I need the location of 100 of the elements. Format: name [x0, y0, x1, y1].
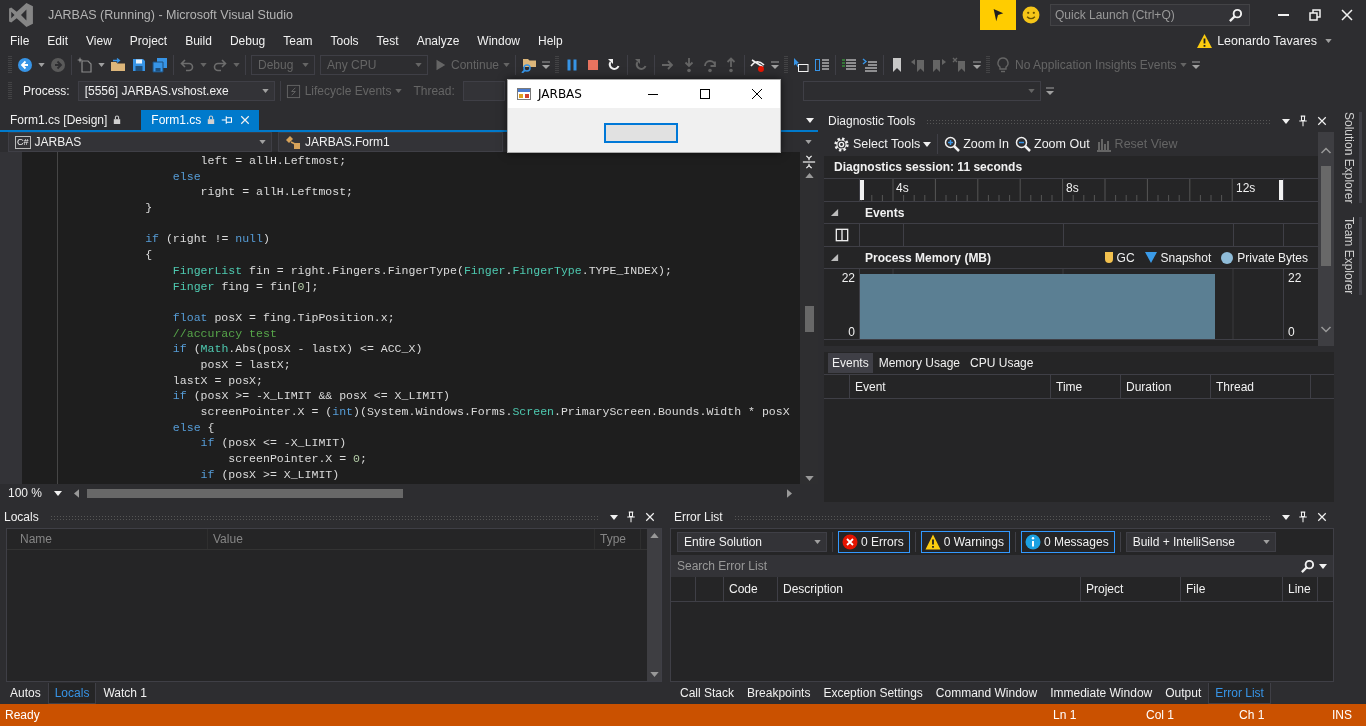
tab[interactable]: Locals	[47, 682, 97, 704]
search-icon[interactable]	[1300, 559, 1315, 574]
pin-icon[interactable]	[1297, 511, 1309, 523]
tab[interactable]: Immediate Window	[1044, 683, 1159, 703]
column-header[interactable]: Thread	[1211, 375, 1311, 398]
overflow-icon[interactable]	[973, 61, 982, 69]
range-handle[interactable]	[860, 180, 864, 200]
close-icon[interactable]	[752, 89, 762, 99]
tab[interactable]: Autos	[4, 683, 47, 703]
down-arrow-icon[interactable]	[804, 476, 814, 481]
menu-item[interactable]: Project	[120, 31, 177, 51]
account-name[interactable]: Leonardo Tavares	[1217, 34, 1317, 48]
vertical-scrollbar[interactable]	[647, 529, 661, 681]
caret-icon[interactable]	[610, 514, 618, 520]
column-header[interactable]: Line	[1283, 577, 1318, 601]
form-button[interactable]	[604, 123, 678, 143]
document-tab[interactable]: Form1.cs [Design]	[0, 110, 130, 130]
collapse-icon[interactable]	[830, 208, 839, 217]
back-icon[interactable]	[17, 57, 33, 73]
menu-item[interactable]: Analyze	[407, 31, 469, 51]
smiley-icon[interactable]	[1022, 6, 1040, 24]
menu-item[interactable]: Team	[274, 31, 322, 51]
caret-icon[interactable]	[1325, 39, 1332, 43]
save-all-icon[interactable]	[152, 57, 168, 73]
menu-item[interactable]: File	[1, 31, 39, 51]
menu-item[interactable]: Window	[468, 31, 529, 51]
chevron-down-icon[interactable]	[1320, 326, 1332, 334]
caret-icon[interactable]	[806, 117, 814, 123]
caret-icon[interactable]	[1319, 564, 1327, 569]
columns-icon[interactable]	[834, 228, 849, 242]
column-header[interactable]: File	[1181, 577, 1283, 601]
caret-icon[interactable]	[805, 140, 812, 144]
column-header[interactable]: Project	[1081, 577, 1181, 601]
vertical-scrollbar[interactable]	[1318, 132, 1334, 346]
column-header[interactable]: Time	[1051, 375, 1121, 398]
column-header[interactable]: Value	[208, 529, 595, 549]
caret-icon[interactable]	[1282, 514, 1290, 520]
tab[interactable]: CPU Usage	[966, 353, 1038, 373]
caret-icon[interactable]	[98, 63, 105, 67]
threads-icon[interactable]	[814, 57, 831, 73]
overflow-icon[interactable]	[771, 61, 780, 69]
overflow-icon[interactable]	[1045, 87, 1054, 95]
tab[interactable]: Memory Usage	[874, 353, 965, 373]
column-header[interactable]: Code	[724, 577, 778, 601]
class-dropdown[interactable]: JARBAS.Form1	[278, 132, 503, 152]
notifications-button[interactable]	[980, 0, 1016, 30]
save-icon[interactable]	[131, 57, 147, 73]
scope-dropdown[interactable]: Entire Solution	[677, 532, 827, 552]
menu-item[interactable]: Debug	[220, 31, 275, 51]
tool-button[interactable]: Select Tools	[833, 135, 932, 153]
tab[interactable]: Events	[828, 353, 873, 373]
side-tab[interactable]: Solution Explorer	[1342, 112, 1362, 204]
collapse-icon[interactable]	[830, 253, 839, 262]
splitter-icon[interactable]	[802, 155, 816, 169]
grip-handle[interactable]	[784, 55, 789, 75]
find-icon[interactable]	[521, 57, 538, 73]
redo-icon[interactable]	[212, 57, 228, 73]
minimize-icon[interactable]	[648, 93, 658, 95]
side-tab[interactable]: Team Explorer	[1342, 217, 1362, 295]
tab[interactable]: Breakpoints	[741, 683, 817, 703]
step-over-icon[interactable]	[702, 57, 719, 73]
caret-icon[interactable]	[54, 490, 63, 496]
tab[interactable]: Call Stack	[674, 683, 741, 703]
up-arrow-icon[interactable]	[804, 173, 814, 178]
cursor-window-icon[interactable]	[793, 57, 810, 73]
pin-icon[interactable]	[625, 511, 637, 523]
restore-icon[interactable]	[1309, 9, 1321, 21]
filter-button[interactable]: 0 Warnings	[920, 531, 1010, 553]
undo-icon[interactable]	[179, 57, 195, 73]
new-item-icon[interactable]	[77, 57, 93, 73]
breakpoint-icon[interactable]	[750, 57, 767, 73]
menu-item[interactable]: Build	[176, 31, 221, 51]
source-dropdown[interactable]: Build + IntelliSense	[1125, 532, 1276, 552]
search-field[interactable]: Search Error List	[671, 555, 1333, 577]
column-header[interactable]: Type	[595, 529, 641, 549]
overflow-icon[interactable]	[1192, 61, 1201, 69]
tab[interactable]: Watch 1	[97, 683, 153, 703]
caret-icon[interactable]	[1282, 118, 1290, 124]
column-header[interactable]: Event	[850, 375, 1051, 398]
grip-handle[interactable]	[555, 55, 560, 75]
list-icon[interactable]	[841, 57, 858, 73]
scroll-thumb[interactable]	[87, 488, 403, 498]
tool-button[interactable]: Zoom In	[944, 136, 1010, 152]
project-dropdown[interactable]: C# JARBAS	[8, 132, 272, 152]
left-arrow-icon[interactable]	[74, 488, 79, 498]
pin-icon[interactable]	[1297, 115, 1309, 127]
folder-icon[interactable]	[110, 57, 126, 73]
tab[interactable]: Command Window	[929, 683, 1044, 703]
menu-item[interactable]: Edit	[38, 31, 78, 51]
up-arrow-icon[interactable]	[649, 533, 659, 538]
menu-item[interactable]: Test	[367, 31, 408, 51]
column-header[interactable]: Name	[15, 529, 208, 549]
menu-item[interactable]: Help	[529, 31, 572, 51]
list-icon[interactable]	[862, 57, 879, 73]
chevron-up-icon[interactable]	[1320, 146, 1332, 154]
zoom-dropdown[interactable]: 100 %	[0, 484, 68, 502]
menu-item[interactable]: Tools	[321, 31, 368, 51]
tab[interactable]: Output	[1159, 683, 1208, 703]
search-icon[interactable]	[1228, 8, 1243, 23]
down-arrow-icon[interactable]	[649, 672, 659, 677]
